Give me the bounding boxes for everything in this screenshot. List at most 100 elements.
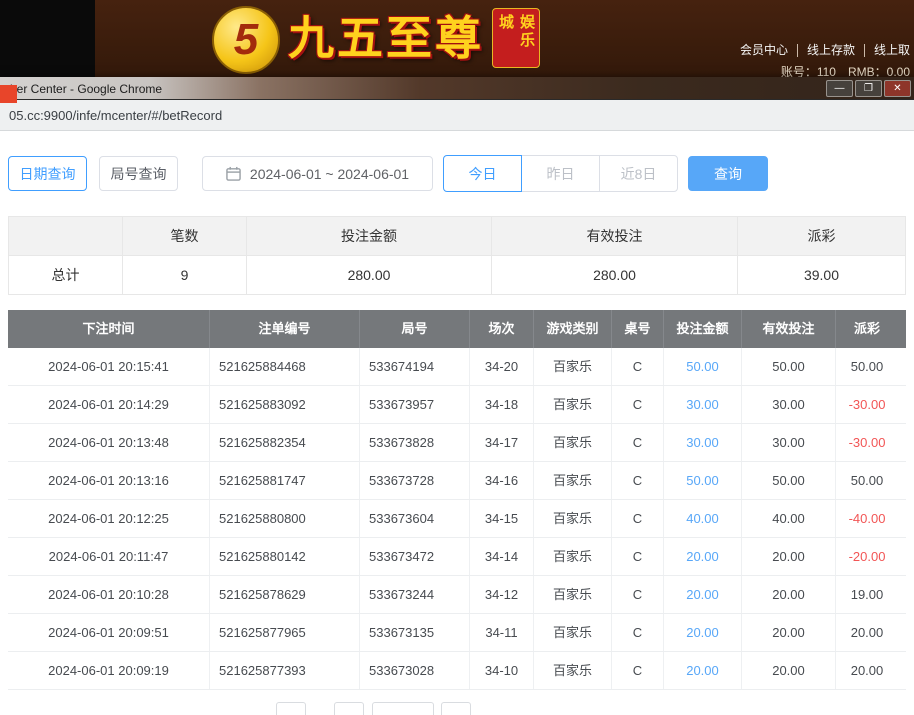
bet-amount-link[interactable]: 30.00 bbox=[686, 397, 719, 412]
screen: 5 九五至尊 娱乐城 会员中心 线上存款 线上取 账号：110 RMB：0.00… bbox=[0, 0, 914, 715]
summary-header-cell: 投注金额 bbox=[247, 217, 492, 255]
table-row: 2024-06-01 20:09:51 521625877965 5336731… bbox=[8, 614, 906, 652]
pagination-prev-button[interactable] bbox=[276, 702, 306, 715]
summary-table: 笔数 投注金额 有效投注 派彩 总计 9 280.00 280.00 39.00 bbox=[8, 216, 906, 295]
cell-table-no: C bbox=[612, 424, 664, 461]
cell-valid-bet: 20.00 bbox=[742, 614, 836, 651]
cell-game-type: 百家乐 bbox=[534, 386, 612, 423]
pagination-page-button[interactable] bbox=[334, 702, 364, 715]
bet-table-body: 2024-06-01 20:15:41 521625884468 5336741… bbox=[8, 348, 906, 690]
site-logo: 5 九五至尊 娱乐城 bbox=[212, 2, 540, 74]
filter-row: 日期查询 局号查询 2024-06-01 ~ 2024-06-01 今日 昨日 … bbox=[8, 155, 914, 192]
cell-bet-id: 521625880800 bbox=[210, 500, 360, 537]
cell-game-type: 百家乐 bbox=[534, 424, 612, 461]
bet-table-header-row: 下注时间 注单编号 局号 场次 游戏类别 桌号 投注金额 有效投注 派彩 bbox=[8, 310, 906, 348]
casino-header: 5 九五至尊 娱乐城 会员中心 线上存款 线上取 账号：110 RMB：0.00 bbox=[0, 0, 914, 77]
cell-table-no: C bbox=[612, 614, 664, 651]
table-row: 2024-06-01 20:13:48 521625882354 5336738… bbox=[8, 424, 906, 462]
header-bet-time: 下注时间 bbox=[8, 310, 210, 348]
round-query-button[interactable]: 局号查询 bbox=[99, 156, 178, 191]
header-game-type: 游戏类别 bbox=[534, 310, 612, 348]
cell-bet-amount: 20.00 bbox=[664, 614, 742, 651]
cell-bet-amount: 50.00 bbox=[664, 462, 742, 499]
cell-game-type: 百家乐 bbox=[534, 576, 612, 613]
cell-bet-time: 2024-06-01 20:13:48 bbox=[8, 424, 210, 461]
quick-range-group: 今日 昨日 近8日 bbox=[443, 155, 678, 192]
cell-payout: 20.00 bbox=[850, 663, 884, 678]
table-row: 2024-06-01 20:09:19 521625877393 5336730… bbox=[8, 652, 906, 690]
summary-total-label: 总计 bbox=[9, 256, 123, 294]
cell-game-type: 百家乐 bbox=[534, 614, 612, 651]
window-controls: — ❐ ✕ bbox=[826, 80, 911, 97]
bet-amount-link[interactable]: 50.00 bbox=[686, 473, 719, 488]
yesterday-button[interactable]: 昨日 bbox=[521, 155, 600, 192]
cell-round-id: 533673135 bbox=[360, 614, 470, 651]
summary-bet-amount: 280.00 bbox=[247, 256, 492, 294]
cell-round-id: 533673028 bbox=[360, 652, 470, 689]
cell-payout: 50.00 bbox=[850, 473, 884, 488]
header-session: 场次 bbox=[470, 310, 534, 348]
logo-badge: 娱乐城 bbox=[492, 8, 540, 68]
minimize-button[interactable]: — bbox=[826, 80, 853, 97]
address-bar[interactable]: 05.cc:9900/infe/mcenter/#/betRecord bbox=[0, 100, 914, 131]
bet-amount-link[interactable]: 20.00 bbox=[686, 587, 719, 602]
cell-valid-bet: 30.00 bbox=[742, 386, 836, 423]
summary-payout: 39.00 bbox=[803, 267, 840, 283]
header-left-black-block bbox=[0, 0, 95, 77]
cell-valid-bet: 40.00 bbox=[742, 500, 836, 537]
bet-amount-link[interactable]: 30.00 bbox=[686, 435, 719, 450]
bet-amount-link[interactable]: 20.00 bbox=[686, 663, 719, 678]
cell-round-id: 533674194 bbox=[360, 348, 470, 385]
nav-online-deposit[interactable]: 线上存款 bbox=[798, 44, 865, 57]
cell-round-id: 533673828 bbox=[360, 424, 470, 461]
bet-amount-link[interactable]: 20.00 bbox=[686, 625, 719, 640]
search-button[interactable]: 查询 bbox=[688, 156, 768, 191]
bet-record-page: 日期查询 局号查询 2024-06-01 ~ 2024-06-01 今日 昨日 … bbox=[0, 155, 914, 715]
logo-text: 九五至尊 bbox=[288, 12, 484, 64]
date-query-button[interactable]: 日期查询 bbox=[8, 156, 87, 191]
cell-session: 34-18 bbox=[470, 386, 534, 423]
pagination-size-select[interactable] bbox=[372, 702, 434, 715]
cell-bet-id: 521625884468 bbox=[210, 348, 360, 385]
pagination-next-button[interactable] bbox=[441, 702, 471, 715]
cell-bet-amount: 50.00 bbox=[664, 348, 742, 385]
cell-bet-time: 2024-06-01 20:14:29 bbox=[8, 386, 210, 423]
cell-bet-id: 521625877965 bbox=[210, 614, 360, 651]
summary-total-row: 总计 9 280.00 280.00 39.00 bbox=[9, 256, 905, 294]
close-button[interactable]: ✕ bbox=[884, 80, 911, 97]
summary-header-cell bbox=[9, 217, 123, 255]
bet-amount-link[interactable]: 50.00 bbox=[686, 359, 719, 374]
cell-valid-bet: 20.00 bbox=[742, 652, 836, 689]
cell-session: 34-14 bbox=[470, 538, 534, 575]
cell-session: 34-11 bbox=[470, 614, 534, 651]
browser-titlebar[interactable]: ber Center - Google Chrome — ❐ ✕ bbox=[0, 77, 914, 100]
cell-bet-time: 2024-06-01 20:12:25 bbox=[8, 500, 210, 537]
cell-payout: 50.00 bbox=[850, 359, 884, 374]
url-text: 05.cc:9900/infe/mcenter/#/betRecord bbox=[9, 107, 223, 123]
nav-online-withdraw[interactable]: 线上取 bbox=[865, 44, 914, 57]
maximize-button[interactable]: ❐ bbox=[855, 80, 882, 97]
cell-table-no: C bbox=[612, 538, 664, 575]
header-payout: 派彩 bbox=[853, 321, 880, 336]
header-valid-bet: 有效投注 bbox=[742, 310, 836, 348]
bet-amount-link[interactable]: 40.00 bbox=[686, 511, 719, 526]
cell-round-id: 533673604 bbox=[360, 500, 470, 537]
cell-bet-amount: 20.00 bbox=[664, 652, 742, 689]
date-range-picker[interactable]: 2024-06-01 ~ 2024-06-01 bbox=[202, 156, 433, 191]
cell-bet-time: 2024-06-01 20:09:51 bbox=[8, 614, 210, 651]
top-nav: 会员中心 线上存款 线上取 bbox=[731, 44, 914, 57]
table-row: 2024-06-01 20:14:29 521625883092 5336739… bbox=[8, 386, 906, 424]
cell-bet-time: 2024-06-01 20:10:28 bbox=[8, 576, 210, 613]
bet-record-table: 下注时间 注单编号 局号 场次 游戏类别 桌号 投注金额 有效投注 派彩 202… bbox=[8, 310, 906, 690]
bet-amount-link[interactable]: 20.00 bbox=[686, 549, 719, 564]
cell-table-no: C bbox=[612, 652, 664, 689]
cell-game-type: 百家乐 bbox=[534, 348, 612, 385]
last-8-days-button[interactable]: 近8日 bbox=[599, 155, 678, 192]
summary-bet-count: 9 bbox=[123, 256, 247, 294]
summary-header-row: 笔数 投注金额 有效投注 派彩 bbox=[9, 217, 905, 256]
cell-bet-time: 2024-06-01 20:15:41 bbox=[8, 348, 210, 385]
nav-member-center[interactable]: 会员中心 bbox=[731, 44, 798, 57]
table-row: 2024-06-01 20:11:47 521625880142 5336734… bbox=[8, 538, 906, 576]
table-row: 2024-06-01 20:15:41 521625884468 5336741… bbox=[8, 348, 906, 386]
today-button[interactable]: 今日 bbox=[443, 155, 522, 192]
